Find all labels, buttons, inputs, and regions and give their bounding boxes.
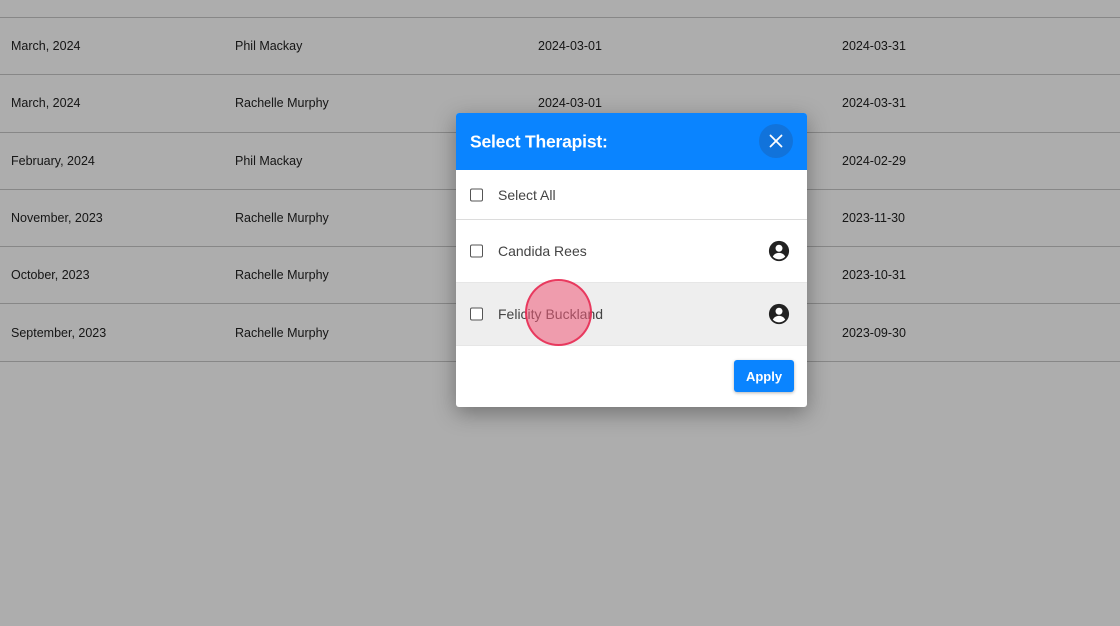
apply-button[interactable]: Apply	[734, 360, 794, 392]
dialog-footer: Apply	[456, 346, 807, 406]
therapist-name: Felicity Buckland	[498, 306, 604, 322]
close-button[interactable]	[759, 124, 793, 158]
therapist-checkbox[interactable]	[470, 244, 483, 258]
account-circle-icon	[768, 240, 790, 262]
therapist-option[interactable]: Candida Rees	[456, 220, 807, 283]
therapist-option[interactable]: Felicity Buckland	[456, 283, 807, 346]
account-circle-icon	[768, 303, 790, 325]
dialog-header: Select Therapist:	[456, 113, 807, 170]
select-all-row[interactable]: Select All	[456, 170, 807, 220]
dialog-title: Select Therapist:	[470, 131, 608, 151]
select-therapist-dialog: Select Therapist: Select All Candida Ree…	[456, 113, 807, 407]
select-all-label: Select All	[498, 186, 556, 203]
therapist-checkbox[interactable]	[470, 307, 483, 321]
therapist-name: Candida Rees	[498, 243, 587, 259]
select-all-checkbox[interactable]	[470, 188, 483, 201]
close-icon	[769, 134, 783, 148]
